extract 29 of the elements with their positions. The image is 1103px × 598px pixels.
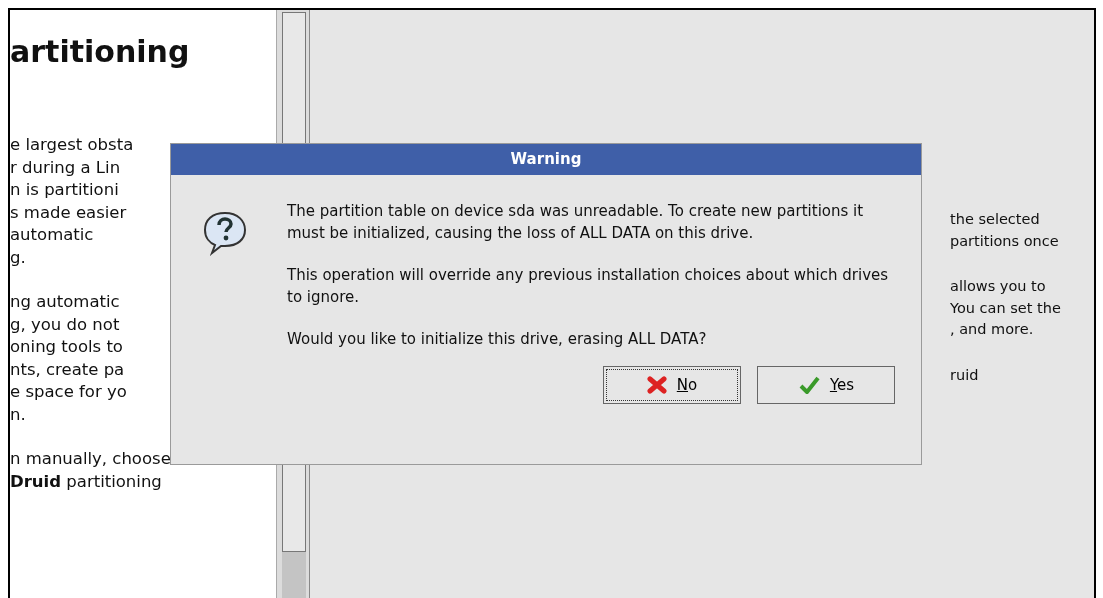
info-text-line: partitions once (950, 231, 1060, 251)
dialog-title: Warning (171, 144, 921, 175)
help-text-line: ng automatic (10, 291, 121, 313)
help-text-line: n. (10, 403, 27, 426)
check-icon (797, 375, 820, 395)
help-text-line: r during a Lin (10, 156, 122, 179)
message-text: The partition table on device sda was unreadable. To create new partitions it must be initialized, causing the loss of ALL DATA on this drive. (287, 201, 865, 244)
help-text-line: g. (10, 246, 27, 269)
message-text: This operation will override any previous installation choices about which drives to ignore. (287, 265, 890, 308)
cross-icon (646, 376, 667, 394)
no-button[interactable]: No (603, 366, 741, 404)
help-text-line: s made easier (10, 201, 128, 224)
help-text-line: automatic (10, 224, 95, 246)
help-text-line: nts, create pa (10, 358, 126, 381)
help-text-line: n is partitioni (10, 179, 120, 201)
info-text-line: ruid (950, 365, 980, 385)
help-text-line: Druid partitioning (10, 470, 163, 493)
info-text-line: the selected (950, 210, 1041, 229)
message-text: Would you like to initialize this drive, erasing ALL DATA? (287, 329, 708, 350)
info-text-line: , and more. (950, 320, 1035, 339)
help-text-line: g, you do not (10, 313, 121, 336)
help-text-line: e space for yo (10, 381, 128, 403)
info-text-line: You can set the (950, 298, 1062, 318)
yes-button[interactable]: Yes (757, 366, 895, 404)
help-title: artitioning (10, 33, 191, 71)
help-text-line: e largest obsta (10, 134, 135, 156)
help-text-line: oning tools to (10, 336, 124, 358)
info-text-line: allows you to (950, 277, 1047, 296)
help-text-line: n manually, choose (10, 448, 172, 470)
